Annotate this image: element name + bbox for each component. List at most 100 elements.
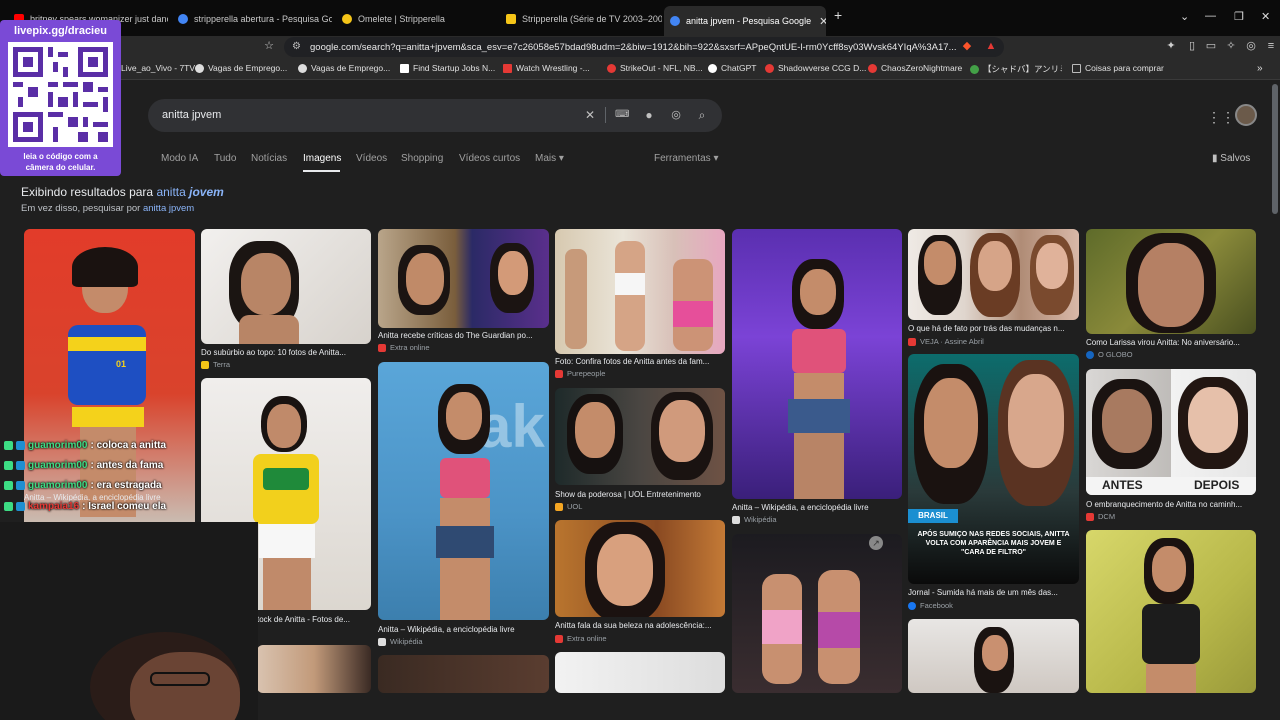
result-caption[interactable]: O embranquecimento de Anitta no caminh..…: [1086, 500, 1256, 509]
result-caption[interactable]: tock de Anitta - Fotos de...: [257, 615, 371, 624]
result-caption[interactable]: Show da poderosa | UOL Entretenimento: [555, 490, 725, 499]
image-result[interactable]: [555, 229, 725, 354]
tab-shopping[interactable]: Shopping: [401, 153, 443, 164]
bookmark-item[interactable]: Vagas de Emprego...: [298, 63, 390, 73]
bookmark-folder[interactable]: Coisas para comprar: [1072, 63, 1164, 73]
result-source[interactable]: Facebook: [908, 601, 953, 610]
minimize-icon[interactable]: —: [1205, 10, 1216, 22]
menu-icon[interactable]: ≡: [1264, 39, 1278, 53]
site-info-icon[interactable]: ⚙: [292, 41, 301, 52]
result-source[interactable]: Wikipédia: [732, 515, 777, 524]
original-query-link[interactable]: anitta jpvem: [143, 203, 194, 214]
tab-videos[interactable]: Vídeos: [356, 153, 387, 164]
bookmark-item[interactable]: ChaosZeroNightmare: [868, 63, 962, 73]
result-caption[interactable]: Anitta – Wikipédia, a enciclopédia livre: [378, 625, 548, 634]
image-result[interactable]: [555, 520, 725, 617]
tab-search-icon[interactable]: ⌄: [1180, 10, 1189, 23]
tab-noticias[interactable]: Notícias: [251, 153, 287, 164]
extensions-icon[interactable]: ✦: [1164, 39, 1178, 53]
result-source[interactable]: Extra online: [555, 634, 607, 643]
bookmark-item[interactable]: Watch Wrestling -...: [503, 63, 590, 73]
image-result[interactable]: ↗: [732, 534, 902, 693]
imdb-icon: [506, 13, 516, 24]
saved-button[interactable]: ▮ Salvos: [1212, 153, 1250, 164]
leo-ai-icon[interactable]: ✧: [1224, 39, 1238, 53]
tab-mais[interactable]: Mais ▾: [535, 153, 564, 164]
bookmark-item[interactable]: Vagas de Emprego...: [195, 63, 287, 73]
image-result[interactable]: [378, 655, 549, 693]
wallet-icon[interactable]: ▭: [1204, 39, 1218, 53]
maximize-icon[interactable]: ❐: [1234, 10, 1244, 23]
keyboard-icon[interactable]: ⌨: [615, 108, 629, 122]
corrected-query-link[interactable]: anitta jovem: [156, 185, 223, 199]
search-icon[interactable]: ⌕: [695, 108, 709, 122]
lens-icon[interactable]: ◎: [669, 108, 683, 122]
image-result[interactable]: [1086, 530, 1256, 693]
image-result[interactable]: [378, 229, 549, 328]
image-result[interactable]: BRASIL APÓS SUMIÇO NAS REDES SOCIAIS, AN…: [908, 354, 1079, 584]
tab-imagens[interactable]: Imagens: [303, 153, 341, 164]
image-result[interactable]: ak: [378, 362, 549, 620]
bookmark-item[interactable]: Shadowverse CCG D...: [765, 63, 866, 73]
close-tab-icon[interactable]: ✕: [819, 15, 826, 28]
bookmark-item[interactable]: 【シャドバ】アンリミテッ...: [970, 63, 1062, 75]
result-source[interactable]: Terra: [201, 360, 230, 369]
tab-videos-curtos[interactable]: Vídeos curtos: [459, 153, 520, 164]
tab-imdb[interactable]: Stripperella (Série de TV 2003–2004): [500, 7, 662, 30]
image-result[interactable]: [257, 645, 371, 693]
image-result[interactable]: [555, 652, 725, 693]
address-bar[interactable]: ⚙ google.com/search?q=anitta+jpvem&sca_e…: [284, 37, 1004, 57]
image-result[interactable]: [732, 229, 902, 499]
image-result[interactable]: [555, 388, 725, 485]
tab-modo-ia[interactable]: Modo IA: [161, 153, 198, 164]
brave-shield-icon[interactable]: ◆: [960, 39, 974, 53]
image-result[interactable]: [201, 229, 371, 344]
bookmark-item[interactable]: Find Startup Jobs N...: [400, 63, 495, 73]
brave-rewards-icon[interactable]: ▲: [984, 39, 998, 53]
image-result[interactable]: [1086, 229, 1256, 334]
result-source[interactable]: Purepeople: [555, 369, 605, 378]
result-source[interactable]: O GLOBO: [1086, 350, 1133, 359]
sidebar-icon[interactable]: ▯: [1185, 39, 1199, 53]
result-caption[interactable]: Anitta fala da sua beleza na adolescênci…: [555, 621, 725, 630]
result-caption[interactable]: Do subúrbio ao topo: 10 fotos de Anitta.…: [201, 348, 371, 357]
new-tab-button[interactable]: +: [834, 7, 842, 23]
image-result[interactable]: [908, 619, 1079, 693]
result-caption[interactable]: Anitta recebe críticas do The Guardian p…: [378, 331, 548, 340]
result-caption[interactable]: Como Larissa virou Anitta: No aniversári…: [1086, 338, 1256, 347]
bookmark-item[interactable]: ChatGPT: [708, 63, 756, 73]
more-bookmarks-icon[interactable]: »: [1257, 63, 1263, 74]
tools-button[interactable]: Ferramentas ▾: [654, 153, 718, 164]
apps-grid-icon[interactable]: ⋮⋮: [1207, 109, 1235, 126]
tab-tudo[interactable]: Tudo: [214, 153, 236, 164]
result-source[interactable]: Wikipédia: [378, 637, 423, 646]
result-source[interactable]: Extra online: [378, 343, 430, 352]
result-source[interactable]: VEJA · Assine Abril: [908, 337, 984, 346]
tab-stripperella-search[interactable]: stripperella abertura - Pesquisa Goog: [172, 7, 332, 30]
search-box[interactable]: anitta jpvem ✕ ⌨ ● ◎ ⌕: [148, 99, 722, 132]
page-scrollbar[interactable]: [1272, 84, 1278, 214]
bookmark-item[interactable]: StrikeOut - NFL, NB...: [607, 63, 703, 73]
chat-badge-icon: [4, 481, 13, 490]
result-caption[interactable]: Jornal - Sumida há mais de um mês das...: [908, 588, 1078, 597]
close-window-icon[interactable]: ✕: [1261, 10, 1270, 23]
bookmark-icon[interactable]: ☆: [262, 39, 276, 53]
bookmark-favicon-icon: [607, 63, 616, 73]
result-source[interactable]: DCM: [1086, 512, 1115, 521]
tab-omelete[interactable]: Omelete | Stripperella: [336, 7, 500, 30]
image-result[interactable]: ANTES DEPOIS: [1086, 369, 1256, 495]
result-caption[interactable]: Anitta – Wikipédia, a enciclopédia livre: [732, 503, 902, 512]
bookmark-label: Live_ao_Vivo - 7TV: [121, 63, 196, 73]
bookmark-item[interactable]: Live_ao_Vivo - 7TV: [108, 63, 195, 73]
tab-anitta-search[interactable]: anitta jpvem - Pesquisa Google ✕: [664, 6, 826, 36]
result-caption[interactable]: O que há de fato por trás das mudanças n…: [908, 324, 1078, 333]
more-options-icon[interactable]: ↗: [869, 536, 883, 550]
search-input[interactable]: anitta jpvem: [162, 109, 221, 121]
avatar[interactable]: [1235, 104, 1257, 126]
image-result[interactable]: [908, 229, 1079, 320]
vpn-icon[interactable]: ◎: [1244, 39, 1258, 53]
result-caption[interactable]: Foto: Confira fotos de Anitta antes da f…: [555, 357, 725, 366]
microphone-icon[interactable]: ●: [642, 108, 656, 122]
result-source[interactable]: UOL: [555, 502, 582, 511]
clear-search-icon[interactable]: ✕: [583, 108, 597, 122]
